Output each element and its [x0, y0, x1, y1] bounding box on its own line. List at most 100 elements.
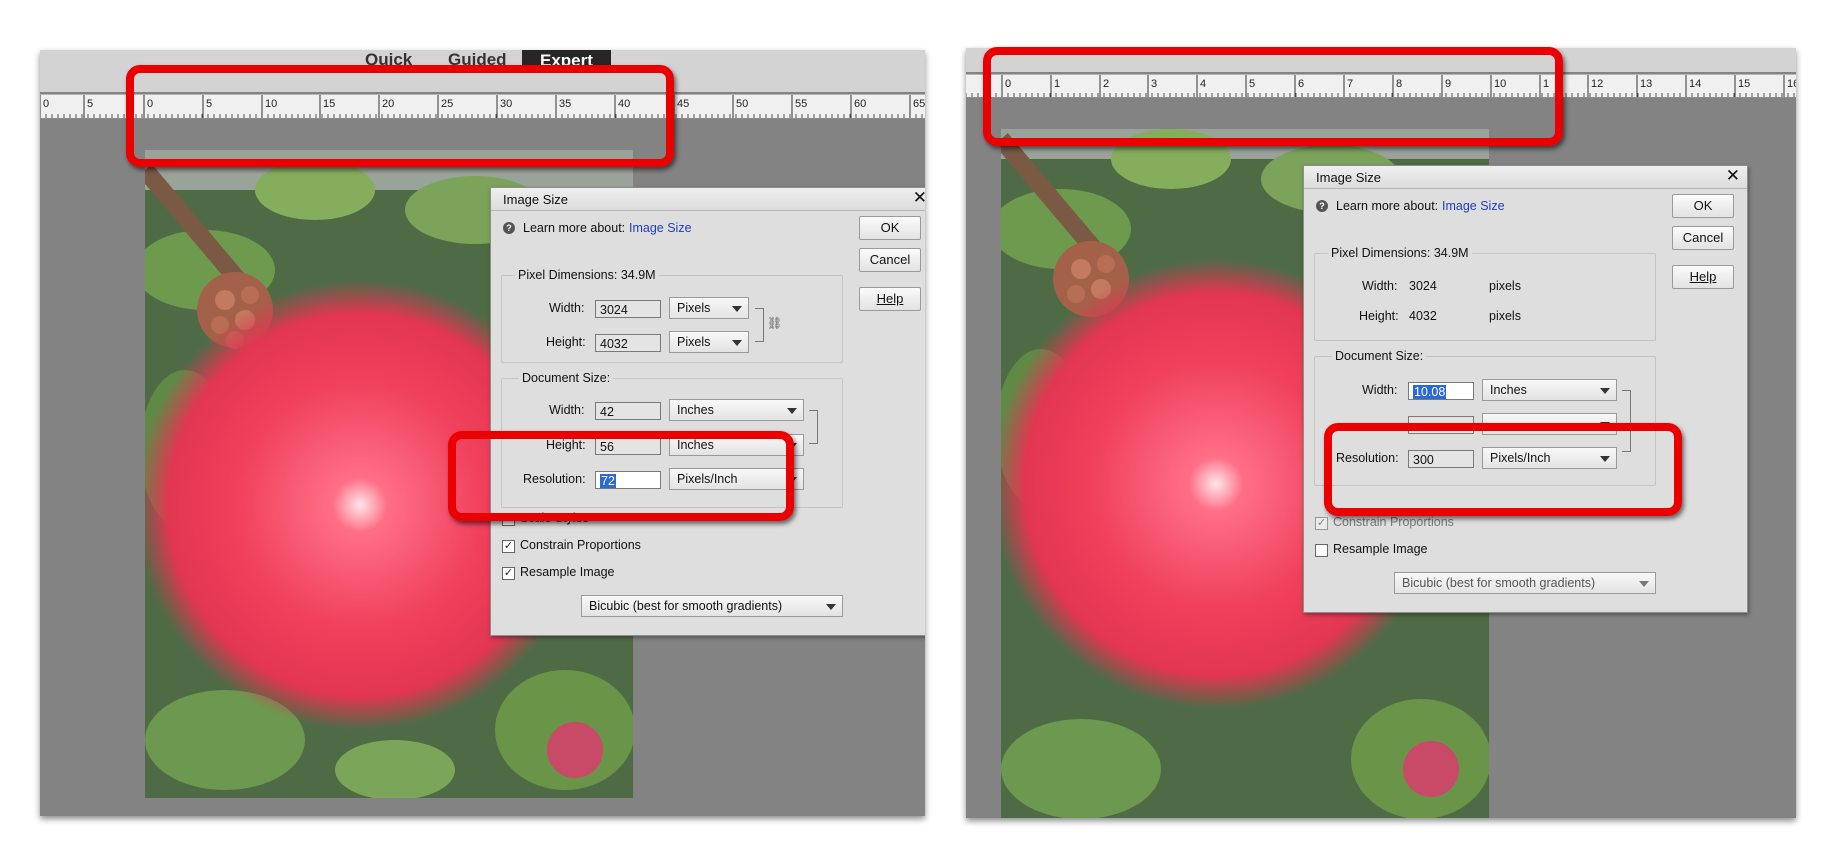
resolution-field[interactable]: 72: [595, 471, 661, 489]
right-ruler-label: 6: [1298, 78, 1304, 90]
doc-height-field[interactable]: 56: [595, 437, 661, 455]
expert-mode-tab[interactable]: Expert: [522, 50, 611, 72]
right-ruler-label: 10: [1494, 78, 1506, 90]
pixel-dimensions-size: 34.9M: [620, 268, 656, 282]
learn-more-link[interactable]: Image Size: [629, 221, 692, 235]
left-ruler-label: 55: [795, 98, 807, 110]
left-ruler-label: 15: [323, 98, 335, 110]
resample-image-label: Resample Image: [1333, 542, 1428, 556]
left-ruler-label: 35: [559, 98, 571, 110]
learn-more-prefix: Learn more about:: [1336, 199, 1439, 213]
pixel-width-field[interactable]: 3024: [595, 300, 661, 318]
doc-width-unit-select[interactable]: Inches: [669, 399, 804, 421]
scale-styles-label: Scale Styles: [520, 511, 589, 525]
right-ruler-label: 1: [1543, 78, 1549, 90]
help-icon: ?: [1316, 200, 1328, 212]
doc-width-unit: Inches: [1490, 383, 1527, 397]
resample-image-checkbox[interactable]: [1315, 544, 1328, 557]
resolution-label: Resolution:: [1336, 451, 1399, 465]
dialog-titlebar: Image Size ✕: [1304, 166, 1747, 189]
cancel-button[interactable]: Cancel: [1672, 226, 1734, 250]
right-ruler-label: 4: [1200, 78, 1206, 90]
left-ruler-label: 40: [618, 98, 630, 110]
guided-mode-tab[interactable]: Guided: [448, 50, 507, 70]
constrain-proportions-checkbox[interactable]: ✓: [1315, 517, 1328, 530]
resolution-unit-select[interactable]: Pixels/Inch: [669, 468, 804, 490]
doc-width-field[interactable]: 42: [595, 402, 661, 420]
mode-bar: Quick Guided Expert: [40, 50, 925, 92]
right-ruler-label: 5: [1249, 78, 1255, 90]
pixel-height-unit: Pixels: [677, 335, 711, 349]
left-ruler-label: 10: [265, 98, 277, 110]
doc-height-unit-select[interactable]: [1482, 413, 1617, 435]
pixel-link-bracket: [755, 308, 764, 342]
help-icon: ?: [503, 222, 515, 234]
quick-mode-tab[interactable]: Quick: [365, 50, 412, 70]
right-ruler-label: 14: [1689, 78, 1701, 90]
resample-method-value: Bicubic (best for smooth gradients): [589, 599, 783, 613]
cancel-button[interactable]: Cancel: [859, 248, 921, 272]
resample-method-select[interactable]: Bicubic (best for smooth gradients): [581, 595, 843, 617]
right-topbar: [966, 48, 1796, 72]
pixel-height-value: 4032: [1409, 309, 1437, 323]
dialog-titlebar: Image Size ✕: [491, 188, 925, 211]
left-ruler-label: 25: [441, 98, 453, 110]
resample-method-select[interactable]: Bicubic (best for smooth gradients): [1394, 572, 1656, 594]
close-icon[interactable]: ✕: [913, 189, 925, 207]
chevron-down-icon: [787, 443, 797, 449]
resolution-unit: Pixels/Inch: [677, 472, 738, 486]
image-size-dialog: Image Size ✕ ? Learn more about: Image S…: [1303, 165, 1748, 613]
left-ruler-label: 30: [500, 98, 512, 110]
learn-more-prefix: Learn more about:: [523, 221, 626, 235]
chevron-down-icon: [732, 340, 742, 346]
learn-more-link[interactable]: Image Size: [1442, 199, 1505, 213]
right-ruler-label: 3: [1151, 78, 1157, 90]
resolution-unit: Pixels/Inch: [1490, 451, 1551, 465]
right-ruler-label: 9: [1445, 78, 1451, 90]
pixel-height-field[interactable]: 4032: [595, 334, 661, 352]
pixel-width-unit-select[interactable]: Pixels: [669, 297, 749, 319]
left-ruler-label: 45: [677, 98, 689, 110]
close-icon[interactable]: ✕: [1726, 167, 1740, 185]
doc-height-unit-select[interactable]: Inches: [669, 434, 804, 456]
chevron-down-icon: [787, 408, 797, 414]
left-ruler-label: 0: [147, 98, 153, 110]
doc-width-field[interactable]: 10.08: [1408, 382, 1474, 400]
pixel-dimensions-label: Pixel Dimensions: 34.9M: [1328, 246, 1472, 260]
help-button[interactable]: Help: [1672, 265, 1734, 289]
doc-height-label: Height:: [546, 438, 586, 452]
ok-button[interactable]: OK: [859, 216, 921, 240]
dialog-title: Image Size: [503, 192, 569, 207]
chevron-down-icon: [1639, 581, 1649, 587]
pixel-height-label: Height:: [1359, 309, 1399, 323]
left-ruler-label: 5: [206, 98, 212, 110]
pixel-width-label: Width:: [1362, 279, 1398, 293]
ok-button[interactable]: OK: [1672, 194, 1734, 218]
dialog-title: Image Size: [1316, 170, 1382, 185]
pixel-dimensions-label: Pixel Dimensions: 34.9M: [515, 268, 659, 282]
doc-width-label: Width:: [549, 403, 585, 417]
doc-height-field[interactable]: [1408, 416, 1474, 434]
right-ruler-label: 2: [1103, 78, 1109, 90]
doc-height-unit: Inches: [677, 438, 714, 452]
doc-link-bracket: [809, 410, 818, 444]
doc-width-unit-select[interactable]: Inches: [1482, 379, 1617, 401]
pixel-height-unit-select[interactable]: Pixels: [669, 331, 749, 353]
left-ruler-label: 60: [854, 98, 866, 110]
resolution-value: 72: [600, 474, 616, 488]
pixel-dimensions-title: Pixel Dimensions:: [1331, 246, 1431, 260]
resolution-unit-select[interactable]: Pixels/Inch: [1482, 447, 1617, 469]
left-ruler-label: 20: [382, 98, 394, 110]
doc-width-value: 10.08: [1413, 385, 1447, 399]
chevron-down-icon: [826, 604, 836, 610]
resolution-field[interactable]: 300: [1408, 450, 1474, 468]
chevron-down-icon: [1600, 456, 1610, 462]
chevron-down-icon: [1600, 422, 1610, 428]
constrain-proportions-checkbox[interactable]: ✓: [502, 540, 515, 553]
right-ruler-label: 16: [1787, 78, 1796, 90]
doc-link-bracket: [1622, 390, 1631, 452]
resample-image-checkbox[interactable]: ✓: [502, 567, 515, 580]
pixel-width-label: Width:: [549, 301, 585, 315]
help-button[interactable]: Help: [859, 287, 921, 311]
scale-styles-checkbox[interactable]: ✓: [502, 513, 515, 526]
